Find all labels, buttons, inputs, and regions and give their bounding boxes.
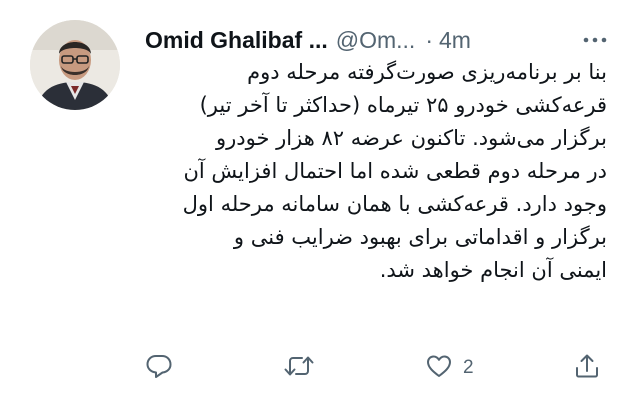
tweet-text-line: برگزار می‌شود. تاکنون عرضه ۸۲ هزار خودرو (216, 126, 607, 150)
reply-icon (145, 352, 173, 385)
like-button[interactable]: 2 (425, 348, 474, 388)
share-icon (573, 352, 601, 385)
tweet-text-line: در مرحله دوم قطعی شده اما احتمال افزایش … (183, 159, 607, 183)
separator-dot: · (425, 26, 433, 53)
avatar[interactable] (30, 20, 120, 110)
like-count: 2 (463, 357, 474, 378)
tweet-text-line: برگزار و اقداماتی برای بهبود ضرایب فنی و (233, 225, 607, 249)
author-name[interactable]: Omid Ghalibaf ... (145, 27, 328, 54)
tweet-text-line: ایمنی آن انجام خواهد شد. (379, 258, 607, 282)
heart-icon (425, 352, 453, 385)
tweet-actions: 2 (145, 348, 615, 388)
tweet-text-line: وجود دارد. قرعه‌کشی با همان سامانه مرحله… (182, 192, 607, 216)
more-options-icon[interactable] (575, 26, 615, 54)
tweet-text-line: بنا بر برنامه‌ریزی صورت‌گرفته مرحله دوم (247, 60, 607, 84)
retweet-button[interactable] (283, 348, 315, 388)
tweet-header: Omid Ghalibaf ... @Om... · 4m (145, 24, 619, 56)
timestamp[interactable]: 4m (439, 27, 471, 54)
share-button[interactable] (573, 348, 601, 388)
tweet: Omid Ghalibaf ... @Om... · 4m بنا بر برن… (0, 0, 639, 411)
tweet-text-line: قرعه‌کشی خودرو ۲۵ تیرماه (حداکثر تا آخر … (199, 93, 607, 117)
author-handle[interactable]: @Om... (336, 27, 416, 54)
reply-button[interactable] (145, 348, 173, 388)
retweet-icon (283, 352, 315, 385)
tweet-text: بنا بر برنامه‌ریزی صورت‌گرفته مرحله دوم … (145, 56, 607, 287)
